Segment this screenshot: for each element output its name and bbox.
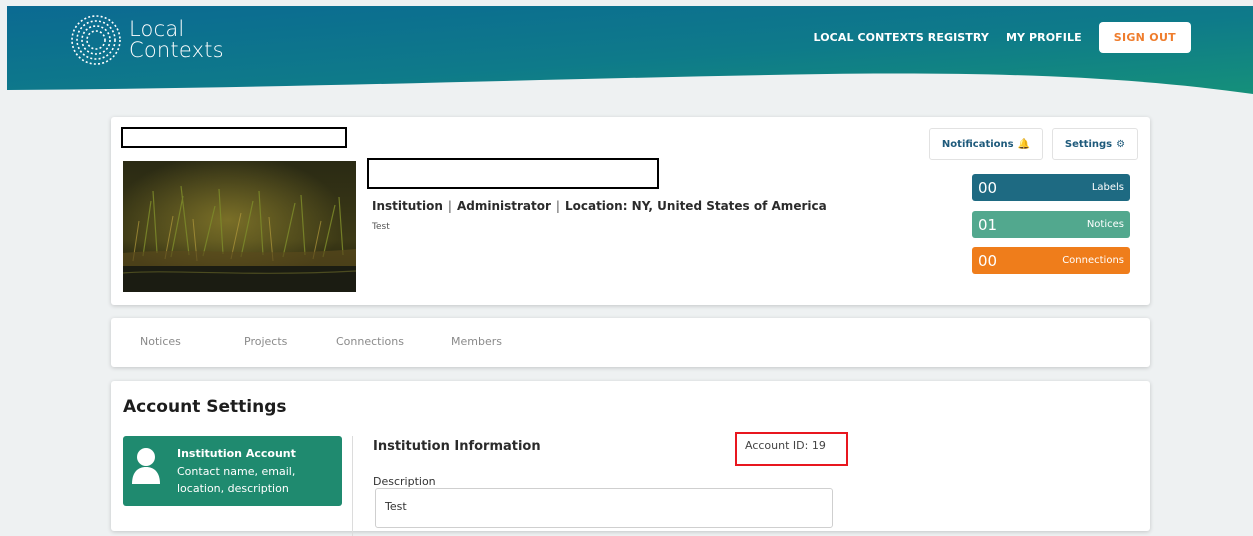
bell-icon: 🔔 — [1017, 138, 1031, 150]
account-settings-title: Account Settings — [123, 397, 287, 417]
nav-my-profile[interactable]: MY PROFILE — [1006, 31, 1082, 44]
meta-separator: | — [447, 199, 452, 213]
logo-mark-icon — [71, 15, 121, 65]
settings-label: Settings — [1064, 138, 1113, 150]
stat-count: 00 — [978, 251, 998, 270]
top-nav: LOCAL CONTEXTS REGISTRY MY PROFILE SIGN … — [814, 22, 1191, 53]
tab-projects[interactable]: Projects — [244, 335, 287, 348]
nav-local-contexts-registry[interactable]: LOCAL CONTEXTS REGISTRY — [814, 31, 989, 44]
stat-label: Connections — [1062, 255, 1124, 266]
account-settings-card: Account Settings Institution Account Con… — [111, 381, 1150, 536]
redacted-institution-name — [121, 127, 347, 148]
stat-labels[interactable]: 00 Labels — [972, 174, 1130, 201]
account-role: Administrator — [456, 199, 551, 213]
institution-information-heading: Institution Information — [373, 439, 541, 454]
stat-connections[interactable]: 00 Connections — [972, 247, 1130, 274]
description-label: Description — [373, 475, 436, 488]
institution-account-title: Institution Account — [177, 447, 296, 460]
settings-button[interactable]: Settings ⚙ — [1052, 128, 1138, 160]
stat-label: Notices — [1086, 219, 1124, 230]
account-location: Location: NY, United States of America — [564, 199, 827, 213]
notifications-button[interactable]: Notifications 🔔 — [929, 128, 1043, 160]
person-icon — [132, 448, 160, 484]
meta-separator: | — [555, 199, 560, 213]
stat-count: 00 — [978, 178, 998, 197]
institution-account-subtitle: Contact name, email, location, descripti… — [177, 465, 296, 495]
settings-divider — [352, 436, 353, 536]
stat-notices[interactable]: 01 Notices — [972, 211, 1130, 238]
logo-text: Local Contexts — [129, 19, 224, 61]
tab-connections[interactable]: Connections — [336, 335, 404, 348]
stat-label: Labels — [1091, 182, 1124, 193]
description-input[interactable]: Test — [375, 488, 833, 528]
redacted-account-name — [367, 158, 659, 189]
local-contexts-logo[interactable]: Local Contexts — [69, 13, 224, 67]
tab-members[interactable]: Members — [451, 335, 502, 348]
profile-meta: Institution | Administrator | Location: NY, … — [372, 199, 827, 213]
tab-notices[interactable]: Notices — [140, 335, 181, 348]
notifications-label: Notifications — [941, 138, 1014, 150]
account-id-highlight: Account ID: 19 — [735, 432, 848, 466]
profile-description: Test — [372, 222, 390, 232]
stat-count: 01 — [978, 215, 998, 234]
account-type: Institution — [372, 199, 443, 213]
profile-banner-image — [123, 161, 356, 292]
profile-card: Institution | Administrator | Location: NY, … — [111, 117, 1150, 305]
logo-line1: Local — [129, 17, 185, 41]
profile-tabs: Notices Projects Connections Members — [111, 318, 1150, 367]
gear-icon: ⚙ — [1116, 138, 1126, 150]
sign-out-button[interactable]: SIGN OUT — [1098, 22, 1191, 53]
logo-line2: Contexts — [129, 38, 224, 62]
institution-account-menu-item[interactable]: Institution Account Contact name, email,… — [123, 436, 342, 506]
site-header: Local Contexts LOCAL CONTEXTS REGISTRY M… — [7, 6, 1253, 98]
